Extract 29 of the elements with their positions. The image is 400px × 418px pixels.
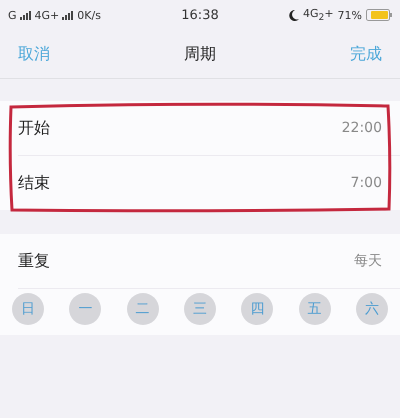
network-speed: 0K/s bbox=[77, 8, 101, 22]
moon-icon bbox=[288, 10, 299, 20]
carrier-label: G bbox=[8, 8, 17, 22]
time-row[interactable]: 结束 7:00 bbox=[18, 156, 400, 210]
time-row[interactable]: 开始 22:00 bbox=[18, 101, 400, 156]
battery-icon bbox=[366, 9, 392, 21]
network-label: 4G$_{2}$+ bbox=[302, 6, 334, 24]
page-title: 周期 bbox=[183, 44, 217, 64]
battery-percent: 71% bbox=[338, 8, 362, 22]
cancel-button[interactable]: 取消 bbox=[18, 44, 50, 64]
row-label: 重复 bbox=[18, 250, 51, 272]
signal-icon bbox=[62, 10, 74, 20]
weekday-toggle[interactable]: 五 bbox=[298, 293, 331, 325]
carrier-label: 4G+ bbox=[34, 8, 60, 22]
time-value: 7:00 bbox=[350, 175, 382, 191]
weekday-toggle[interactable]: 一 bbox=[69, 293, 102, 325]
clock: 16:38 bbox=[180, 8, 220, 22]
repeat-value: 每天 bbox=[354, 252, 382, 270]
repeat-row[interactable]: 重复 每天 bbox=[18, 234, 400, 289]
row-label: 结束 bbox=[18, 172, 51, 194]
weekday-toggle[interactable]: 三 bbox=[184, 293, 216, 325]
time-value: 22:00 bbox=[342, 120, 382, 136]
weekday-toggle[interactable]: 二 bbox=[126, 293, 159, 325]
done-button[interactable]: 完成 bbox=[350, 44, 382, 64]
weekday-toggle[interactable]: 四 bbox=[241, 293, 274, 325]
signal-icon bbox=[20, 10, 32, 20]
weekday-toggle[interactable]: 六 bbox=[356, 293, 388, 325]
row-label: 开始 bbox=[18, 118, 51, 138]
weekday-toggle[interactable]: 日 bbox=[12, 293, 44, 325]
